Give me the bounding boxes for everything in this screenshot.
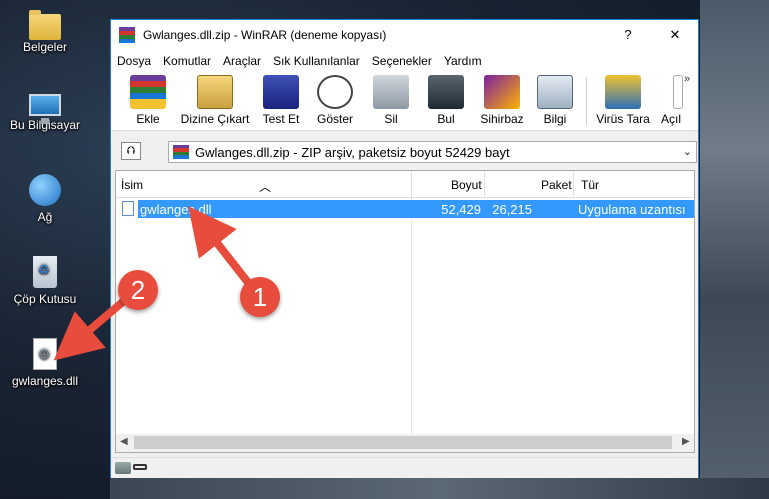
extract-to-icon	[197, 75, 233, 109]
horizontal-scrollbar[interactable]: ◀ ▶	[116, 434, 694, 452]
toolbar-button-label: Bul	[437, 112, 455, 126]
wizard-icon	[484, 75, 520, 109]
desktop-icon-label: gwlanges.dll	[11, 374, 79, 388]
window-title: Gwlanges.dll.zip - WinRAR (deneme kopyas…	[143, 28, 387, 42]
desktop-icon-documents[interactable]: Belgeler	[0, 10, 90, 54]
folder-icon	[29, 10, 61, 40]
dll-file-icon	[33, 338, 57, 370]
row-file-type: Uygulama uzantısı	[578, 202, 686, 217]
address-bar: ⮉ Gwlanges.dll.zip - ZIP arşiv, paketsiz…	[111, 137, 698, 167]
info-icon	[537, 75, 573, 109]
annotation-badge-1: 1	[240, 277, 280, 317]
menu-bar: Dosya Komutlar Araçlar Sık Kullanılanlar…	[111, 50, 698, 71]
desktop-icon-label: Ağ	[37, 210, 53, 224]
virus-scan-icon	[605, 75, 641, 109]
toolbar-extract-button[interactable]: Dizine Çıkart	[177, 75, 253, 126]
file-list[interactable]: ︿ İsim Boyut Paket Tür gwlanges.dll 52,4…	[115, 170, 695, 453]
menu-options[interactable]: Seçenekler	[372, 54, 432, 68]
close-button[interactable]: ✕	[652, 20, 698, 50]
toolbar: Ekle Dizine Çıkart Test Et Göster Sil Bu…	[111, 71, 698, 131]
scrollbar-thumb[interactable]	[134, 436, 672, 449]
toolbar-test-button[interactable]: Test Et	[258, 75, 304, 126]
find-icon	[428, 75, 464, 109]
toolbar-button-label: Dizine Çıkart	[180, 112, 250, 126]
desktop-icon-this-pc[interactable]: Bu Bilgisayar	[0, 92, 90, 132]
menu-help[interactable]: Yardım	[444, 54, 482, 68]
toolbar-overflow-button[interactable]: »	[684, 73, 690, 85]
column-header-packed[interactable]: Paket	[541, 178, 572, 192]
toolbar-separator	[586, 77, 587, 125]
sort-indicator-icon: ︿	[259, 180, 272, 194]
file-list-header: ︿ İsim Boyut Paket Tür	[116, 171, 694, 198]
help-button[interactable]: ?	[605, 20, 651, 50]
column-separator[interactable]	[484, 171, 485, 197]
delete-icon	[373, 75, 409, 109]
toolbar-add-button[interactable]: Ekle	[123, 75, 173, 126]
test-icon	[263, 75, 299, 109]
column-separator[interactable]	[573, 171, 574, 197]
desktop-icon-label: Çöp Kutusu	[13, 292, 77, 306]
toolbar-button-label: Göster	[316, 112, 353, 126]
network-icon	[29, 174, 61, 206]
status-bar	[111, 457, 698, 478]
menu-file[interactable]: Dosya	[117, 54, 151, 68]
toolbar-info-button[interactable]: Bilgi	[535, 75, 575, 126]
drive-icon[interactable]	[115, 462, 131, 474]
toolbar-button-label: Bilgi	[543, 112, 567, 126]
menu-favorites[interactable]: Sık Kullanılanlar	[273, 54, 360, 68]
archive-path-combobox[interactable]: Gwlanges.dll.zip - ZIP arşiv, paketsiz b…	[168, 141, 697, 163]
desktop-wallpaper-bottom	[110, 478, 769, 499]
toolbar-virus-scan-button[interactable]: Virüs Tara	[593, 75, 653, 126]
column-header-type[interactable]: Tür	[581, 178, 599, 192]
desktop-wallpaper-right	[700, 0, 769, 499]
column-separator[interactable]	[411, 171, 412, 197]
desktop-icon-network[interactable]: Ağ	[0, 174, 90, 224]
column-header-size[interactable]: Boyut	[451, 178, 482, 192]
winrar-app-icon	[119, 27, 135, 43]
menu-tools[interactable]: Araçlar	[223, 54, 261, 68]
computer-icon	[29, 94, 61, 124]
up-folder-button[interactable]: ⮉	[121, 142, 141, 160]
toolbar-button-label: Ekle	[136, 112, 160, 126]
toolbar-button-label: Sil	[384, 112, 398, 126]
archive-icon	[173, 145, 189, 159]
column-divider	[411, 198, 412, 452]
winrar-window: Gwlanges.dll.zip - WinRAR (deneme kopyas…	[110, 19, 699, 478]
scroll-left-icon[interactable]: ◀	[120, 436, 128, 447]
view-icon	[317, 75, 353, 109]
title-bar[interactable]: Gwlanges.dll.zip - WinRAR (deneme kopyas…	[111, 20, 698, 50]
menu-commands[interactable]: Komutlar	[163, 54, 211, 68]
annotation-badge-2: 2	[118, 270, 158, 310]
column-header-name[interactable]: İsim	[121, 178, 143, 192]
toolbar-comment-button[interactable]: Açıl	[659, 75, 683, 126]
dll-file-icon	[122, 201, 134, 216]
toolbar-wizard-button[interactable]: Sihirbaz	[478, 75, 526, 126]
desktop-icon-dll-file[interactable]: gwlanges.dll	[0, 338, 90, 388]
toolbar-button-label: Virüs Tara	[596, 112, 650, 126]
archive-path-text: Gwlanges.dll.zip - ZIP arşiv, paketsiz b…	[195, 144, 510, 160]
comment-icon	[673, 75, 683, 109]
chevron-down-icon[interactable]: ⌄	[683, 145, 692, 158]
toolbar-find-button[interactable]: Bul	[425, 75, 467, 126]
row-file-size: 52,429	[441, 202, 481, 217]
row-file-packed: 26,215	[492, 202, 532, 217]
recycle-bin-icon	[33, 256, 57, 288]
scroll-right-icon[interactable]: ▶	[682, 436, 690, 447]
row-file-name: gwlanges.dll	[140, 202, 212, 217]
add-archive-icon	[130, 75, 166, 109]
key-icon[interactable]	[133, 464, 147, 470]
toolbar-button-label: Sihirbaz	[480, 112, 524, 126]
toolbar-view-button[interactable]: Göster	[310, 75, 360, 126]
desktop-icon-label: Belgeler	[22, 40, 68, 54]
toolbar-delete-button[interactable]: Sil	[370, 75, 412, 126]
desktop-icon-recycle-bin[interactable]: Çöp Kutusu	[0, 256, 90, 306]
table-row[interactable]: gwlanges.dll 52,429 26,215 Uygulama uzan…	[116, 200, 694, 218]
toolbar-button-label: Açıl	[660, 112, 681, 126]
toolbar-button-label: Test Et	[262, 112, 300, 126]
